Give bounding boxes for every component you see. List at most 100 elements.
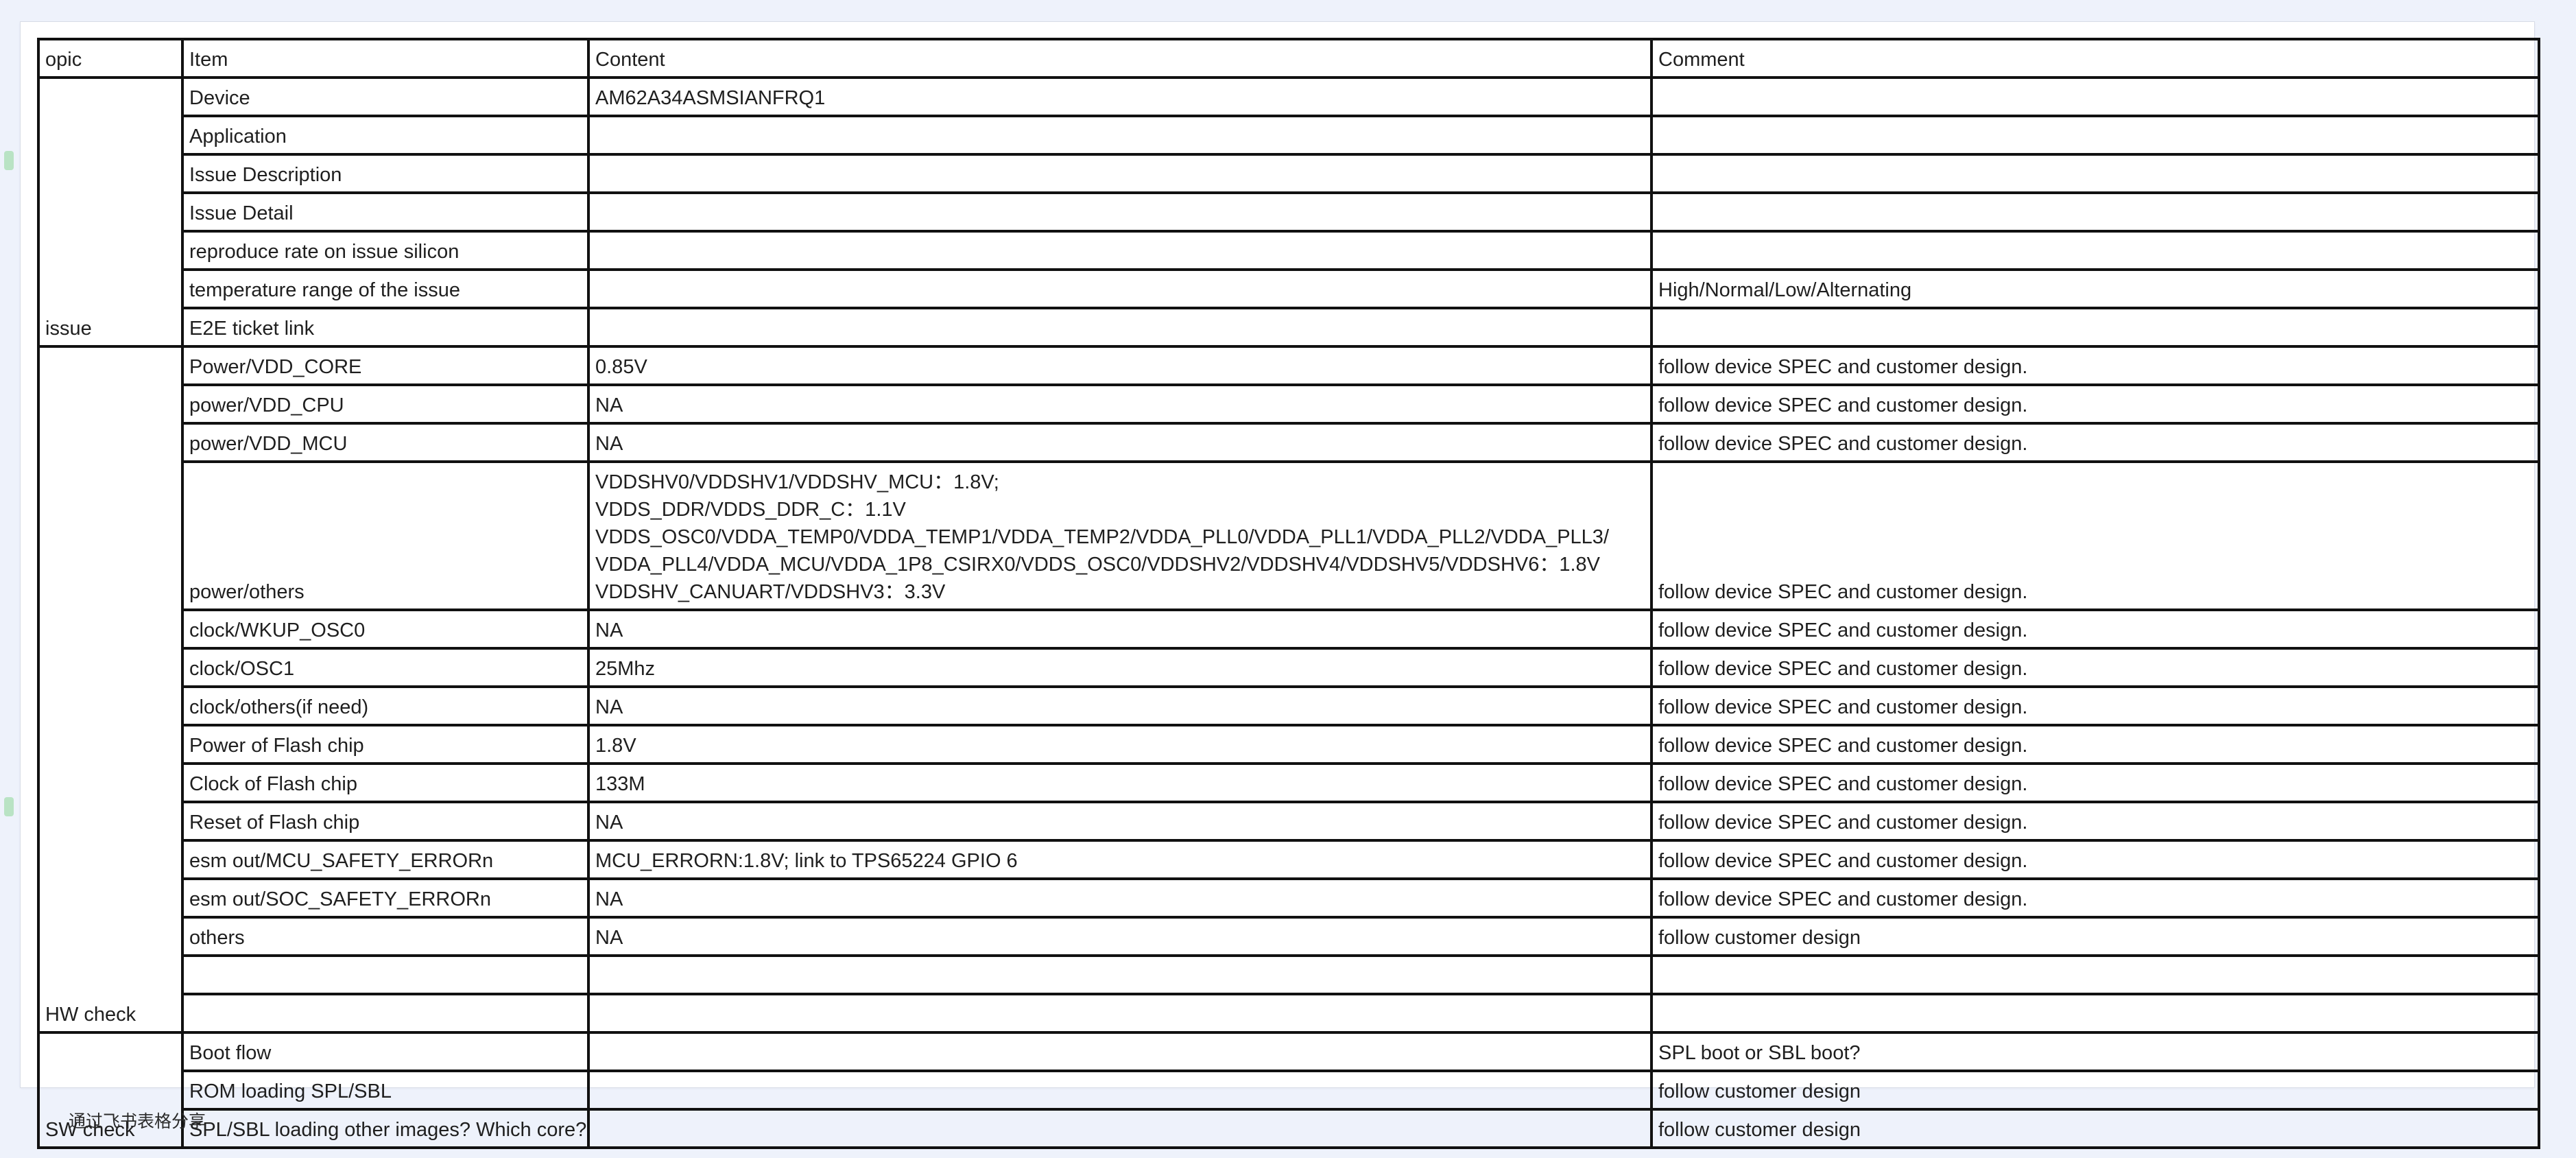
item-cell[interactable]: Issue Description [181, 153, 590, 194]
content-cell[interactable]: NA [587, 685, 1653, 726]
item-cell[interactable]: esm out/SOC_SAFETY_ERRORn [181, 877, 590, 919]
left-edge-marker [4, 151, 14, 170]
content-cell[interactable]: NA [587, 877, 1653, 919]
comment-cell[interactable]: follow device SPEC and customer design. [1650, 724, 2540, 765]
item-cell[interactable]: reproduce rate on issue silicon [181, 230, 590, 271]
table-row: power/others VDDSHV0/VDDSHV1/VDDSHV_MCU：… [38, 460, 2540, 611]
item-cell[interactable]: Clock of Flash chip [181, 762, 590, 803]
item-cell[interactable]: SPL/SBL loading other images? Which core… [181, 1108, 590, 1149]
content-cell[interactable] [587, 268, 1653, 309]
comment-cell[interactable] [1650, 115, 2540, 156]
item-cell[interactable]: esm out/MCU_SAFETY_ERRORn [181, 839, 590, 880]
comment-cell[interactable] [1650, 76, 2540, 117]
item-cell[interactable]: clock/OSC1 [181, 647, 590, 688]
comment-cell[interactable]: follow device SPEC and customer design. [1650, 608, 2540, 650]
comment-cell[interactable]: follow device SPEC and customer design. [1650, 422, 2540, 463]
item-cell[interactable] [181, 993, 590, 1034]
item-cell[interactable]: power/VDD_CPU [181, 383, 590, 425]
item-cell[interactable]: others [181, 916, 590, 957]
content-cell[interactable]: NA [587, 801, 1653, 842]
item-cell[interactable]: power/others [181, 460, 590, 611]
content-cell[interactable] [587, 115, 1653, 156]
checklist-table: opic Item Content Comment issue Device A… [37, 38, 2540, 1149]
item-cell[interactable]: ROM loading SPL/SBL [181, 1070, 590, 1111]
table-row: temperature range of the issue High/Norm… [38, 268, 2540, 309]
comment-cell[interactable] [1650, 230, 2540, 271]
item-cell[interactable]: Device [181, 76, 590, 117]
comment-cell[interactable]: follow device SPEC and customer design. [1650, 762, 2540, 803]
content-cell[interactable] [587, 954, 1653, 995]
comment-cell[interactable]: follow customer design [1650, 916, 2540, 957]
content-cell[interactable] [587, 191, 1653, 233]
item-cell[interactable] [181, 954, 590, 995]
comment-cell[interactable]: follow device SPEC and customer design. [1650, 839, 2540, 880]
table-row: Power of Flash chip 1.8V follow device S… [38, 724, 2540, 765]
content-cell[interactable]: MCU_ERRORN:1.8V; link to TPS65224 GPIO 6 [587, 839, 1653, 880]
content-cell[interactable]: AM62A34ASMSIANFRQ1 [587, 76, 1653, 117]
comment-cell[interactable]: follow device SPEC and customer design. [1650, 877, 2540, 919]
table-row: Reset of Flash chip NA follow device SPE… [38, 801, 2540, 842]
content-line: VDDA_PLL4/VDDA_MCU/VDDA_1P8_CSIRX0/VDDS_… [595, 554, 1601, 576]
item-cell[interactable]: power/VDD_MCU [181, 422, 590, 463]
item-cell[interactable]: Power of Flash chip [181, 724, 590, 765]
header-cell-topic[interactable]: opic [37, 38, 184, 79]
table-row: power/VDD_CPU NA follow device SPEC and … [38, 383, 2540, 425]
comment-cell[interactable] [1650, 153, 2540, 194]
item-cell[interactable]: clock/WKUP_OSC0 [181, 608, 590, 650]
topic-cell-issue[interactable]: issue [37, 76, 184, 348]
content-cell[interactable]: 1.8V [587, 724, 1653, 765]
comment-cell[interactable]: follow customer design [1650, 1070, 2540, 1111]
item-cell[interactable]: Power/VDD_CORE [181, 345, 590, 386]
item-cell[interactable]: clock/others(if need) [181, 685, 590, 726]
comment-cell[interactable]: follow device SPEC and customer design. [1650, 801, 2540, 842]
content-cell[interactable]: 25Mhz [587, 647, 1653, 688]
content-cell[interactable] [587, 1070, 1653, 1111]
table-row [38, 954, 2540, 995]
comment-cell[interactable] [1650, 307, 2540, 348]
content-line: VDDSHV0/VDDSHV1/VDDSHV_MCU：1.8V; [595, 471, 999, 493]
table-row: Clock of Flash chip 133M follow device S… [38, 762, 2540, 803]
comment-cell[interactable]: High/Normal/Low/Alternating [1650, 268, 2540, 309]
content-cell[interactable] [587, 1108, 1653, 1149]
content-cell[interactable] [587, 153, 1653, 194]
content-cell[interactable]: NA [587, 916, 1653, 957]
topic-cell-hw-check[interactable]: HW check [37, 345, 184, 1034]
content-cell[interactable]: 0.85V [587, 345, 1653, 386]
table-row: clock/WKUP_OSC0 NA follow device SPEC an… [38, 608, 2540, 650]
item-cell[interactable]: Application [181, 115, 590, 156]
content-cell[interactable]: NA [587, 608, 1653, 650]
content-line: VDDS_DDR/VDDS_DDR_C：1.1V [595, 499, 906, 521]
content-cell[interactable] [587, 307, 1653, 348]
comment-cell[interactable]: follow customer design [1650, 1108, 2540, 1149]
item-cell[interactable]: Boot flow [181, 1031, 590, 1072]
item-cell[interactable]: E2E ticket link [181, 307, 590, 348]
table-row: esm out/SOC_SAFETY_ERRORn NA follow devi… [38, 877, 2540, 919]
content-cell[interactable]: NA [587, 383, 1653, 425]
content-line: VDDSHV_CANUART/VDDSHV3：3.3V [595, 581, 946, 603]
table-row: clock/OSC1 25Mhz follow device SPEC and … [38, 647, 2540, 688]
comment-cell[interactable]: follow device SPEC and customer design. [1650, 383, 2540, 425]
header-cell-content[interactable]: Content [587, 38, 1653, 79]
table-row: Issue Detail [38, 191, 2540, 233]
comment-cell[interactable]: follow device SPEC and customer design. [1650, 345, 2540, 386]
content-cell[interactable]: 133M [587, 762, 1653, 803]
table-row: E2E ticket link [38, 307, 2540, 348]
comment-cell[interactable] [1650, 993, 2540, 1034]
content-cell[interactable]: NA [587, 422, 1653, 463]
comment-cell[interactable]: follow device SPEC and customer design. [1650, 460, 2540, 611]
content-cell-multiline[interactable]: VDDSHV0/VDDSHV1/VDDSHV_MCU：1.8V; VDDS_DD… [587, 460, 1653, 611]
comment-cell[interactable]: follow device SPEC and customer design. [1650, 685, 2540, 726]
content-cell[interactable] [587, 230, 1653, 271]
header-cell-item[interactable]: Item [181, 38, 590, 79]
header-cell-comment[interactable]: Comment [1650, 38, 2540, 79]
content-cell[interactable] [587, 993, 1653, 1034]
comment-cell[interactable]: follow device SPEC and customer design. [1650, 647, 2540, 688]
comment-cell[interactable] [1650, 954, 2540, 995]
comment-cell[interactable]: SPL boot or SBL boot? [1650, 1031, 2540, 1072]
table-row: reproduce rate on issue silicon [38, 230, 2540, 271]
item-cell[interactable]: temperature range of the issue [181, 268, 590, 309]
item-cell[interactable]: Reset of Flash chip [181, 801, 590, 842]
item-cell[interactable]: Issue Detail [181, 191, 590, 233]
comment-cell[interactable] [1650, 191, 2540, 233]
content-cell[interactable] [587, 1031, 1653, 1072]
